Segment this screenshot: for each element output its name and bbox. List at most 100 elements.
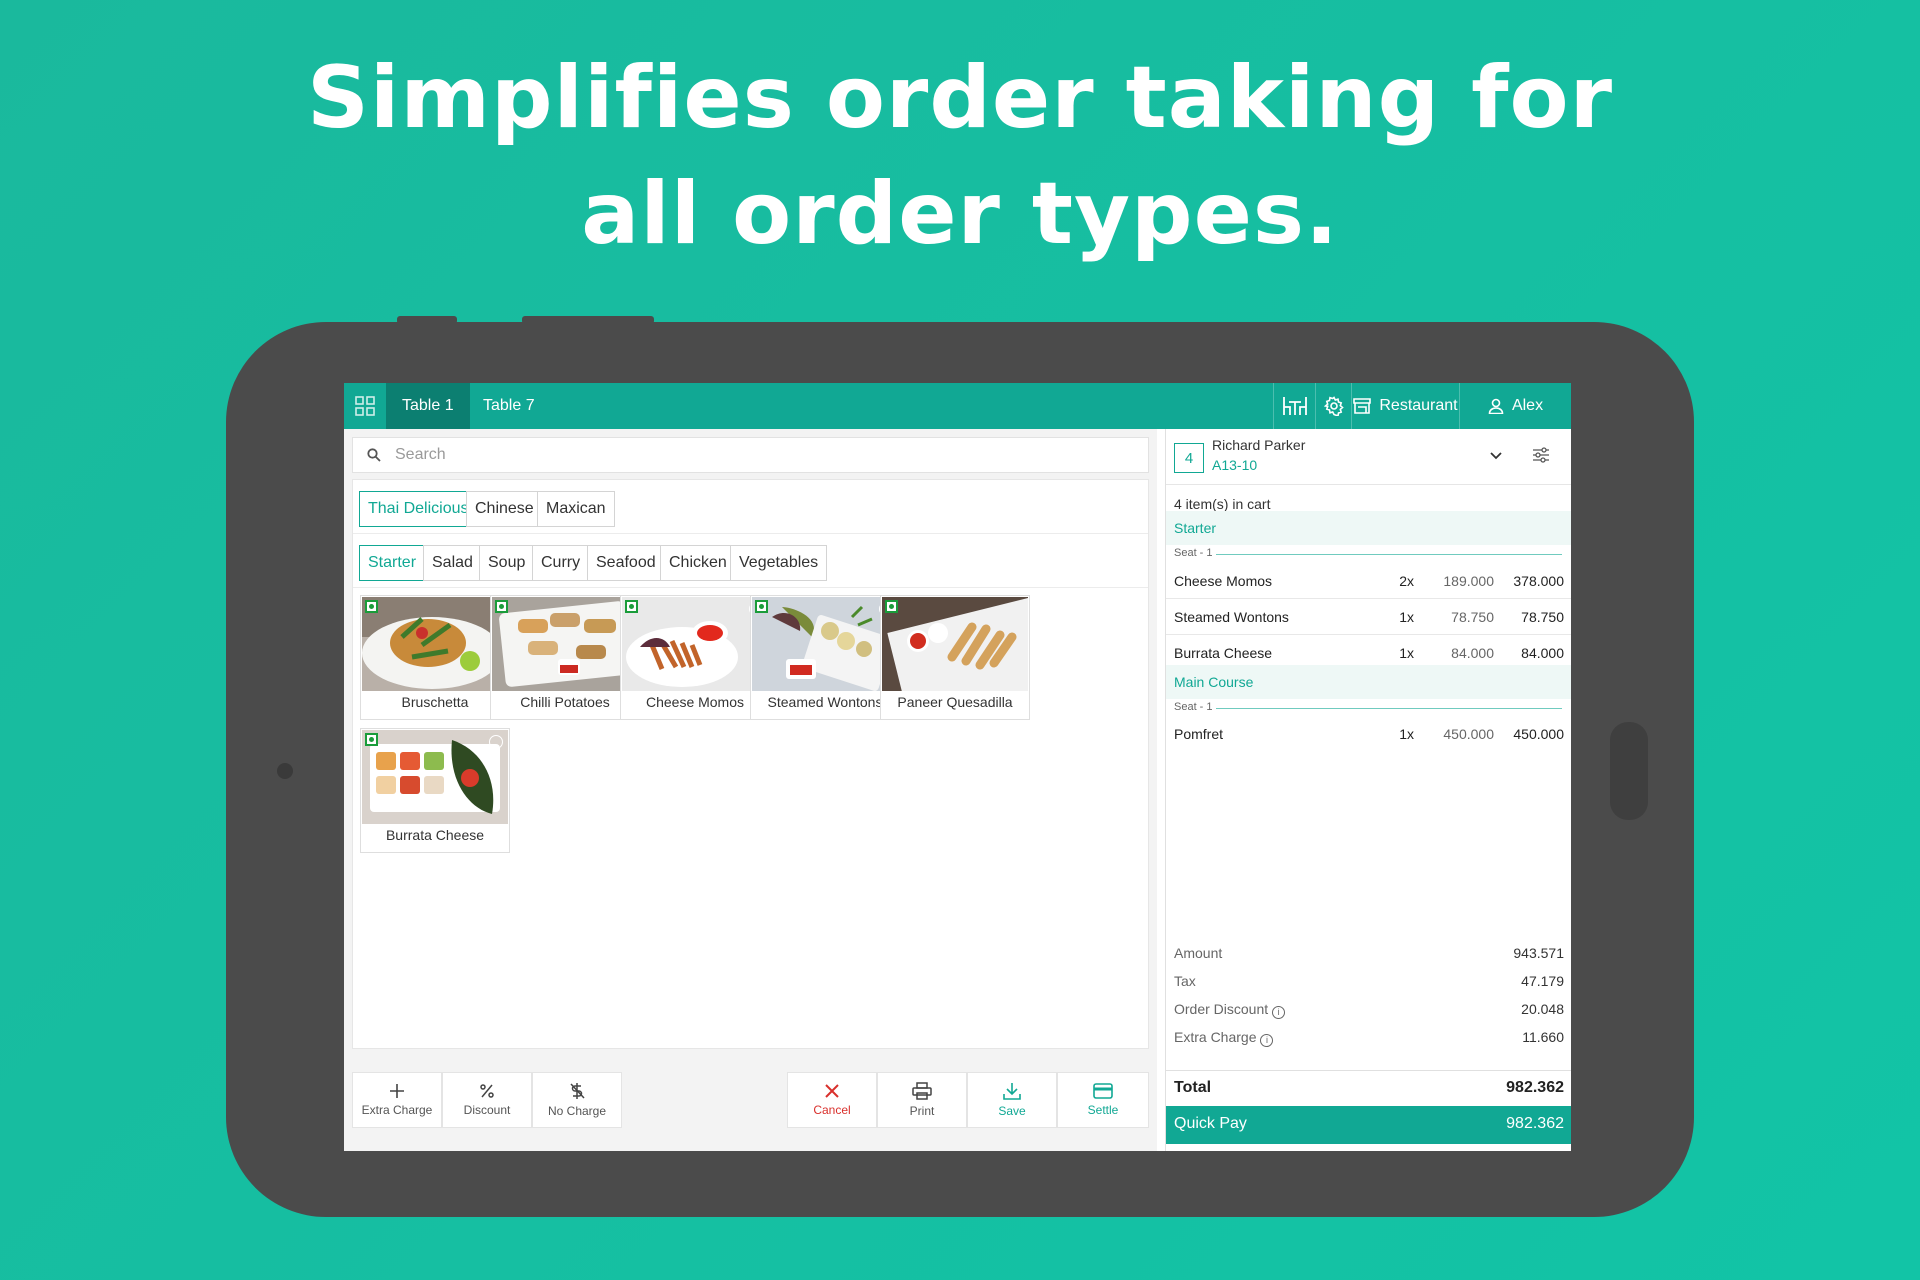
settle-button[interactable]: Settle bbox=[1057, 1072, 1149, 1128]
pos-screen: Table 1 Table 7 Restaurant Alex Search T… bbox=[344, 383, 1571, 1151]
search-input[interactable]: Search bbox=[352, 437, 1149, 473]
user-menu[interactable]: Alex bbox=[1459, 383, 1571, 429]
order-options-button[interactable] bbox=[1532, 447, 1550, 463]
food-image bbox=[362, 597, 508, 691]
top-bar: Table 1 Table 7 Restaurant Alex bbox=[344, 383, 1571, 429]
section-starter: Starter bbox=[1166, 511, 1571, 545]
card-icon bbox=[1093, 1083, 1113, 1099]
category-chicken[interactable]: Chicken bbox=[660, 545, 736, 581]
sliders-icon bbox=[1533, 447, 1549, 463]
total-value: 982.362 bbox=[1506, 1079, 1564, 1096]
no-charge-button[interactable]: No Charge bbox=[532, 1072, 622, 1128]
headline-line-2: all order types. bbox=[581, 164, 1339, 264]
cancel-label: Cancel bbox=[813, 1103, 851, 1117]
tables-button[interactable] bbox=[1273, 383, 1315, 429]
menu-item-name: Chilli Potatoes bbox=[520, 694, 610, 710]
order-discount-label: Order Discount bbox=[1174, 1001, 1269, 1017]
customer-header: 4 Richard Parker A13-10 bbox=[1166, 429, 1571, 485]
cart-item-name: Cheese Momos bbox=[1174, 573, 1273, 589]
settle-label: Settle bbox=[1087, 1103, 1119, 1117]
save-label: Save bbox=[998, 1104, 1026, 1118]
action-bar: Extra Charge Discount No Charge Cancel P… bbox=[352, 1072, 1149, 1128]
cancel-button[interactable]: Cancel bbox=[787, 1072, 877, 1128]
extra-charge-button[interactable]: Extra Charge bbox=[352, 1072, 442, 1128]
cuisine-maxican[interactable]: Maxican bbox=[537, 491, 615, 527]
close-icon bbox=[825, 1084, 839, 1098]
print-button[interactable]: Print bbox=[877, 1072, 967, 1128]
cuisine-chinese[interactable]: Chinese bbox=[466, 491, 543, 527]
store-icon bbox=[1353, 398, 1372, 414]
summary-amount: Amount 943.571 bbox=[1166, 945, 1571, 967]
table-icon bbox=[1282, 397, 1307, 415]
veg-indicator-icon bbox=[625, 600, 638, 613]
print-label: Print bbox=[909, 1104, 935, 1118]
veg-indicator-icon bbox=[885, 600, 898, 613]
cart-item-qty: 2x bbox=[1399, 573, 1414, 589]
menu-item-card[interactable]: Paneer Quesadilla bbox=[880, 595, 1030, 720]
info-icon[interactable]: i bbox=[1260, 1034, 1274, 1047]
cart-item-total: 450.000 bbox=[1513, 726, 1564, 742]
seat-number-badge[interactable]: 4 bbox=[1174, 443, 1204, 473]
menu-item-card[interactable]: Bruschetta bbox=[360, 595, 510, 720]
cart-item-qty: 1x bbox=[1399, 645, 1414, 661]
veg-indicator-icon bbox=[755, 600, 768, 613]
menu-item-name: Bruschetta bbox=[401, 694, 469, 710]
order-discount-value: 20.048 bbox=[1521, 1001, 1564, 1017]
info-icon[interactable]: i bbox=[1272, 1006, 1286, 1019]
user-icon bbox=[1488, 398, 1504, 414]
cart-item-qty: 1x bbox=[1399, 726, 1414, 742]
menu-item-name: Burrata Cheese bbox=[385, 827, 485, 843]
category-salad[interactable]: Salad bbox=[423, 545, 482, 581]
save-button[interactable]: Save bbox=[967, 1072, 1057, 1128]
restaurant-button[interactable]: Restaurant bbox=[1351, 383, 1459, 429]
no-dollar-icon bbox=[570, 1083, 585, 1099]
customer-name: Richard Parker bbox=[1212, 437, 1306, 453]
menu-panel: Search Thai Delicious Chinese Maxican St… bbox=[344, 429, 1157, 1151]
category-starter[interactable]: Starter bbox=[359, 545, 426, 581]
percent-icon bbox=[480, 1084, 494, 1098]
seat-label: Seat - 1 bbox=[1174, 701, 1213, 713]
tab-table-1[interactable]: Table 1 bbox=[386, 383, 470, 429]
discount-label: Discount bbox=[463, 1103, 511, 1117]
menu-item-card[interactable]: Chilli Potatoes bbox=[490, 595, 640, 720]
cart-item-row[interactable]: Steamed Wontons 1x 78.750 78.750 bbox=[1166, 599, 1571, 635]
category-seafood[interactable]: Seafood bbox=[587, 545, 665, 581]
seat-divider: Seat - 1 bbox=[1174, 701, 1564, 715]
user-name: Alex bbox=[1511, 397, 1544, 414]
food-image bbox=[492, 597, 638, 691]
cart-item-row[interactable]: Pomfret 1x 450.000 450.000 bbox=[1166, 716, 1571, 752]
expand-customer-button[interactable] bbox=[1488, 447, 1504, 463]
cart-item-row[interactable]: Cheese Momos 2x 189.000 378.000 bbox=[1166, 563, 1571, 599]
menu-item-card[interactable]: Steamed Wontons bbox=[750, 595, 900, 720]
menu-item-card[interactable]: Cheese Momos bbox=[620, 595, 770, 720]
order-panel: 4 Richard Parker A13-10 4 item(s) in car… bbox=[1165, 429, 1571, 1151]
customer-code: A13-10 bbox=[1212, 457, 1258, 473]
quick-pay-button[interactable]: Quick Pay 982.362 bbox=[1166, 1106, 1571, 1144]
summary-order-discount: Order Discount i 20.048 bbox=[1166, 1001, 1571, 1023]
chevron-down-icon bbox=[1490, 452, 1502, 460]
grid-menu-button[interactable] bbox=[344, 383, 386, 429]
cuisine-thai-delicious[interactable]: Thai Delicious bbox=[359, 491, 478, 527]
category-soup[interactable]: Soup bbox=[479, 545, 535, 581]
quick-pay-amount: 982.362 bbox=[1506, 1115, 1564, 1132]
food-image bbox=[622, 597, 768, 691]
amount-label: Amount bbox=[1174, 945, 1223, 961]
menu-area: Thai Delicious Chinese Maxican Starter S… bbox=[352, 479, 1149, 1049]
discount-button[interactable]: Discount bbox=[442, 1072, 532, 1128]
tab-table-7[interactable]: Table 7 bbox=[467, 383, 551, 429]
veg-indicator-icon bbox=[365, 733, 378, 746]
category-curry[interactable]: Curry bbox=[532, 545, 590, 581]
category-vegetables[interactable]: Vegetables bbox=[730, 545, 828, 581]
gear-icon bbox=[1323, 396, 1344, 416]
amount-value: 943.571 bbox=[1513, 945, 1564, 961]
cart-item-qty: 1x bbox=[1399, 609, 1414, 625]
tax-label: Tax bbox=[1174, 973, 1196, 989]
grid-icon bbox=[355, 396, 375, 416]
category-filter: Starter Salad Soup Curry Seafood Chicken… bbox=[353, 534, 1148, 588]
menu-item-card[interactable]: Burrata Cheese bbox=[360, 728, 510, 853]
settings-button[interactable] bbox=[1315, 383, 1351, 429]
cart-item-total: 84.000 bbox=[1521, 645, 1564, 661]
selected-check-icon bbox=[489, 735, 503, 749]
seat-divider: Seat - 1 bbox=[1174, 547, 1564, 561]
total-row: Total 982.362 bbox=[1166, 1070, 1571, 1106]
